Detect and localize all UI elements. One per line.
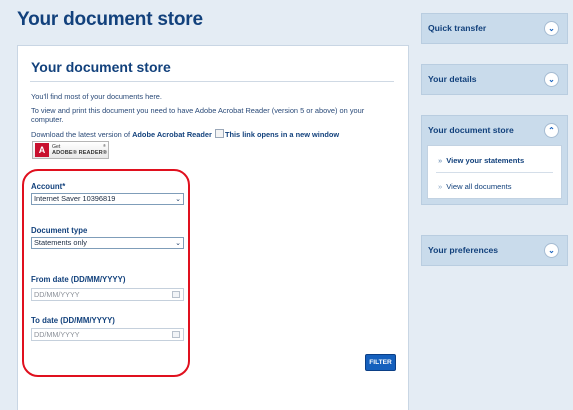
preferences-header[interactable]: Your preferences ⌄ bbox=[422, 236, 567, 265]
view-statements-label: View your statements bbox=[446, 156, 525, 165]
from-date-placeholder: DD/MM/YYYY bbox=[34, 290, 80, 299]
from-date-input[interactable]: DD/MM/YYYY bbox=[31, 288, 184, 301]
view-statements-link[interactable]: » View your statements bbox=[438, 156, 524, 165]
bullet-icon: » bbox=[438, 156, 443, 165]
account-select[interactable]: Internet Saver 10396819 ⌄ bbox=[31, 193, 184, 205]
view-all-documents-link[interactable]: » View all documents bbox=[438, 182, 512, 191]
download-line: Download the latest version of Adobe Acr… bbox=[31, 129, 339, 139]
divider bbox=[30, 81, 394, 82]
document-store-title: Your document store bbox=[428, 125, 514, 135]
adobe-reader-link[interactable]: Adobe Acrobat Reader bbox=[132, 130, 212, 139]
account-label: Account* bbox=[31, 182, 66, 191]
quick-transfer-header[interactable]: Quick transfer ⌄ bbox=[422, 14, 567, 43]
preferences-box: Your preferences ⌄ bbox=[421, 235, 568, 266]
chevron-up-icon[interactable]: ⌃ bbox=[544, 123, 559, 138]
to-date-label: To date (DD/MM/YYYY) bbox=[31, 316, 115, 325]
calendar-icon[interactable] bbox=[172, 291, 180, 298]
get-adobe-reader-badge[interactable]: A Get ADOBE® READER® ® bbox=[32, 141, 109, 159]
document-store-panel: Your document store You'll find most of … bbox=[17, 45, 409, 410]
your-details-header[interactable]: Your details ⌄ bbox=[422, 65, 567, 94]
bullet-icon: » bbox=[438, 182, 443, 191]
view-all-documents-label: View all documents bbox=[446, 182, 512, 191]
filter-button[interactable]: FILTER bbox=[365, 354, 396, 371]
your-details-box: Your details ⌄ bbox=[421, 64, 568, 95]
your-details-title: Your details bbox=[428, 74, 477, 84]
to-date-placeholder: DD/MM/YYYY bbox=[34, 330, 80, 339]
chevron-down-icon[interactable]: ⌄ bbox=[544, 21, 559, 36]
adobe-reg-mark: ® bbox=[103, 143, 106, 148]
quick-transfer-box: Quick transfer ⌄ bbox=[421, 13, 568, 44]
document-store-menu: » View your statements » View all document… bbox=[427, 145, 562, 199]
adobe-logo-icon: A bbox=[35, 143, 49, 157]
divider bbox=[436, 172, 553, 173]
from-date-label: From date (DD/MM/YYYY) bbox=[31, 275, 126, 284]
document-store-header[interactable]: Your document store ⌃ bbox=[422, 116, 567, 145]
panel-title: Your document store bbox=[31, 59, 171, 75]
document-type-label: Document type bbox=[31, 226, 88, 235]
adobe-product-text: ADOBE® READER® bbox=[52, 150, 108, 156]
document-store-box: Your document store ⌃ » View your stateme… bbox=[421, 115, 568, 205]
page-title: Your document store bbox=[17, 9, 203, 30]
download-prefix: Download the latest version of bbox=[31, 130, 131, 139]
chevron-down-icon: ⌄ bbox=[175, 240, 181, 247]
chevron-down-icon[interactable]: ⌄ bbox=[544, 72, 559, 87]
preferences-title: Your preferences bbox=[428, 245, 499, 255]
document-type-select[interactable]: Statements only ⌄ bbox=[31, 237, 184, 249]
chevron-down-icon: ⌄ bbox=[175, 196, 181, 203]
broken-image-icon bbox=[214, 129, 224, 138]
intro-text: You'll find most of your documents here. bbox=[31, 92, 162, 101]
chevron-down-icon[interactable]: ⌄ bbox=[544, 243, 559, 258]
account-value: Internet Saver 10396819 bbox=[34, 194, 116, 203]
document-type-value: Statements only bbox=[34, 238, 87, 247]
acrobat-requirement-text: To view and print this document you need… bbox=[31, 106, 365, 124]
to-date-input[interactable]: DD/MM/YYYY bbox=[31, 328, 184, 341]
quick-transfer-title: Quick transfer bbox=[428, 23, 487, 33]
calendar-icon[interactable] bbox=[172, 331, 180, 338]
new-window-link-text[interactable]: This link opens in a new window bbox=[225, 130, 339, 139]
